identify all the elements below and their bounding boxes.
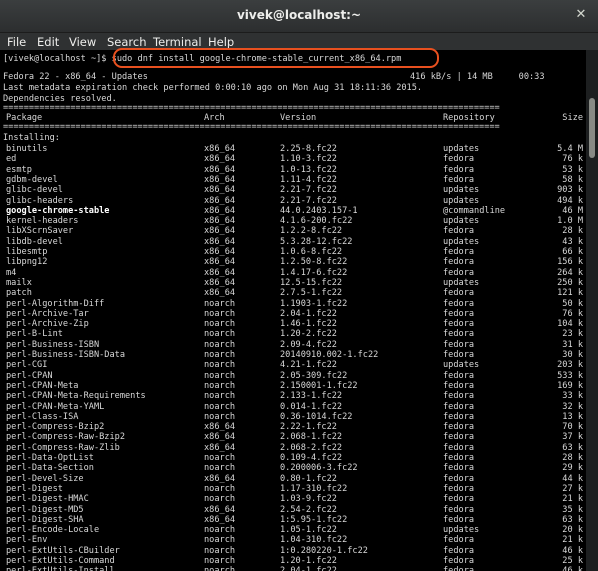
title-bar: vivek@localhost:~ ✕ — [0, 0, 598, 33]
repo-name: Fedora 22 - x86_64 - Updates — [3, 72, 148, 82]
command-highlight-annotation — [113, 48, 439, 68]
menu-file[interactable]: File — [7, 35, 26, 49]
close-icon[interactable]: ✕ — [572, 6, 590, 24]
menu-help[interactable]: Help — [208, 35, 234, 49]
shell-prompt: [vivek@localhost ~]$ — [3, 54, 112, 64]
menu-view[interactable]: View — [69, 35, 96, 49]
terminal-window: vivek@localhost:~ ✕ File Edit View Searc… — [0, 0, 598, 571]
package-arch: noarch — [204, 566, 235, 571]
scrollbar[interactable] — [586, 50, 598, 571]
package-name: perl-ExtUtils-Install — [6, 566, 115, 571]
menu-edit[interactable]: Edit — [37, 35, 59, 49]
terminal-output[interactable]: [vivek@localhost ~]$ sudo dnf install go… — [0, 50, 586, 571]
menu-terminal[interactable]: Terminal — [153, 35, 202, 49]
menu-search[interactable]: Search — [107, 35, 147, 49]
scrollbar-thumb[interactable] — [589, 98, 595, 158]
separator-bottom: ========================================… — [3, 122, 500, 132]
download-speed: 416 kB/s | 14 MB 00:33 — [410, 72, 545, 82]
package-size: 46 k — [543, 566, 583, 571]
installing-label: Installing: — [3, 133, 60, 143]
package-version: 2.04-1.fc22 — [280, 566, 337, 571]
package-repo: fedora — [443, 566, 474, 571]
metadata-line: Last metadata expiration check performed… — [3, 83, 423, 93]
window-title: vivek@localhost:~ — [236, 8, 362, 22]
